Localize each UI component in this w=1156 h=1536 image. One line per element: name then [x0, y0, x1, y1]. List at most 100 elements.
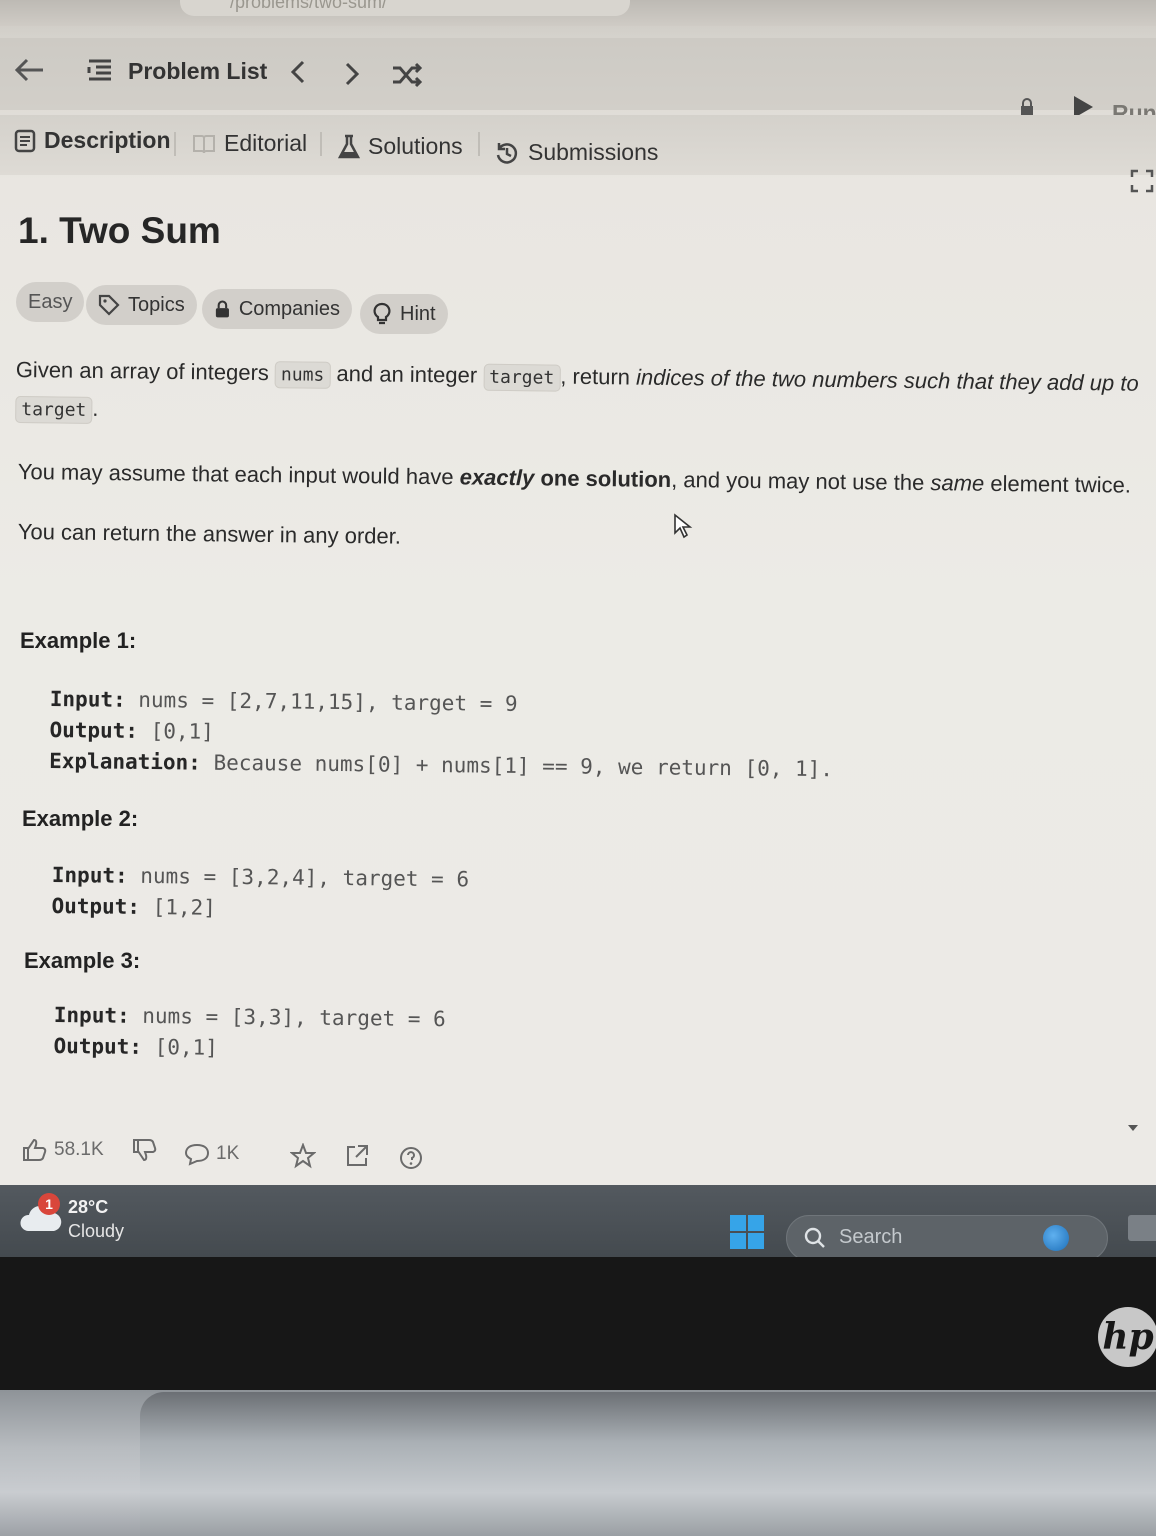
emphasis: exactly	[459, 464, 535, 491]
tab-divider	[320, 132, 322, 156]
tag-label: Companies	[238, 297, 340, 320]
weather-widget[interactable]: 1	[20, 1193, 62, 1233]
like-button[interactable]: 58.1K	[22, 1132, 104, 1168]
difficulty-badge: Easy	[16, 282, 85, 322]
input-value: nums = [3,2,4], target = 6	[127, 863, 470, 892]
example-2-label: Example 2:	[22, 806, 139, 831]
code-target: target	[483, 363, 561, 392]
hint-tag[interactable]: Hint	[360, 294, 448, 334]
tag-icon	[98, 294, 120, 316]
lightbulb-icon	[373, 302, 391, 325]
windows-taskbar: 1 28°C Cloudy Search	[0, 1185, 1156, 1261]
keyboard-deck	[140, 1392, 1156, 1536]
fullscreen-icon[interactable]	[1128, 167, 1156, 195]
weather-temperature: 28°C	[68, 1197, 109, 1217]
example-2-block: Input: nums = [3,2,4], target = 6 Output…	[51, 860, 469, 926]
book-icon	[193, 134, 215, 153]
emphasis: same	[930, 470, 985, 496]
tag-label: Topics	[128, 293, 185, 316]
tab-label: Editorial	[224, 130, 308, 156]
star-icon	[290, 1143, 316, 1169]
history-icon	[496, 142, 518, 164]
description-paragraph-3: You can return the answer in any order.	[17, 518, 402, 549]
shuffle-icon[interactable]	[390, 60, 424, 90]
output-key: Output:	[51, 893, 141, 919]
laptop-screen: /problems/two-sum/ Problem List Run Desc…	[0, 0, 1156, 1200]
thumbs-down-icon	[133, 1139, 157, 1162]
taskbar-search[interactable]: Search	[786, 1215, 1108, 1261]
input-key: Input:	[49, 686, 126, 712]
tag-label: Hint	[400, 302, 436, 325]
mouse-cursor-icon	[672, 512, 694, 540]
emphasis: indices of the two numbers such that the…	[635, 364, 1139, 396]
example-3-label: Example 3:	[24, 948, 141, 973]
example-3-block: Input: nums = [3,3], target = 6 Output: …	[53, 1000, 446, 1066]
input-key: Input:	[51, 862, 128, 888]
weather-condition: Cloudy	[68, 1221, 125, 1241]
windows-start-icon[interactable]	[730, 1215, 764, 1249]
companies-tag[interactable]: Companies	[202, 289, 352, 329]
explanation-key: Explanation:	[49, 748, 202, 775]
output-value: [0,1]	[141, 1034, 219, 1060]
top-navigation: Problem List Run	[0, 38, 1156, 126]
favorite-button[interactable]	[290, 1138, 316, 1174]
chevron-right-icon[interactable]	[338, 58, 366, 90]
search-icon	[804, 1227, 825, 1248]
output-value: [0,1]	[137, 718, 215, 744]
problem-list-link[interactable]: Problem List	[128, 58, 267, 85]
explanation-value: Because nums[0] + nums[1] == 9, we retur…	[200, 750, 834, 782]
text: , return	[560, 363, 637, 390]
scroll-down-icon[interactable]	[1124, 1120, 1142, 1136]
code-nums: nums	[274, 361, 331, 389]
search-placeholder: Search	[839, 1226, 903, 1248]
help-button[interactable]	[398, 1140, 424, 1176]
app-icon[interactable]	[1128, 1215, 1156, 1241]
flask-icon	[338, 134, 360, 158]
tab-label: Submissions	[528, 139, 659, 165]
comment-icon	[184, 1143, 210, 1166]
text: and an integer	[330, 360, 484, 388]
problem-title: 1. Two Sum	[18, 210, 221, 251]
tab-label: Description	[44, 127, 171, 153]
description-paragraph-2: You may assume that each input would hav…	[18, 454, 1156, 504]
like-count: 58.1K	[54, 1139, 104, 1160]
document-icon	[14, 129, 36, 152]
external-link-icon	[347, 1145, 368, 1166]
notification-badge: 1	[38, 1193, 60, 1215]
text: .	[92, 395, 99, 422]
input-value: nums = [2,7,11,15], target = 9	[125, 687, 518, 716]
example-1-label: Example 1:	[20, 628, 137, 653]
tab-description[interactable]: Description	[14, 127, 171, 154]
description-paragraph-1: Given an array of integers nums and an i…	[15, 352, 1154, 442]
back-arrow-icon[interactable]	[10, 52, 50, 88]
topics-tag[interactable]: Topics	[86, 285, 197, 325]
hp-logo: hp	[1098, 1307, 1156, 1367]
code-target: target	[15, 395, 93, 424]
output-key: Output:	[53, 1033, 143, 1059]
url-text: /problems/two-sum/	[180, 0, 630, 16]
comments-button[interactable]: 1K	[184, 1136, 239, 1172]
output-value: [1,2]	[139, 894, 217, 920]
tab-submissions[interactable]: Submissions	[494, 139, 658, 166]
browser-address-bar[interactable]: /problems/two-sum/	[0, 0, 1156, 26]
share-button[interactable]	[344, 1138, 370, 1174]
question-icon	[400, 1147, 422, 1169]
chevron-left-icon[interactable]	[284, 56, 312, 88]
input-value: nums = [3,3], target = 6	[129, 1003, 446, 1032]
dislike-button[interactable]	[132, 1132, 158, 1168]
tab-solutions[interactable]: Solutions	[338, 133, 463, 160]
globe-icon	[1043, 1225, 1069, 1251]
tab-editorial[interactable]: Editorial	[192, 130, 307, 157]
strong-text: one solution	[534, 465, 672, 492]
text: Given an array of integers	[15, 356, 276, 386]
text: element twice.	[984, 470, 1132, 498]
output-key: Output:	[49, 717, 139, 743]
tab-divider	[174, 132, 176, 156]
input-key: Input:	[53, 1002, 130, 1028]
text: , and you may not use the	[671, 466, 931, 496]
thumbs-up-icon	[23, 1138, 47, 1161]
problem-tabs: Description Editorial Solutions Submissi…	[0, 115, 1156, 193]
tab-label: Solutions	[368, 133, 463, 159]
text: You may assume that each input would hav…	[17, 458, 460, 490]
tab-divider	[478, 132, 480, 156]
